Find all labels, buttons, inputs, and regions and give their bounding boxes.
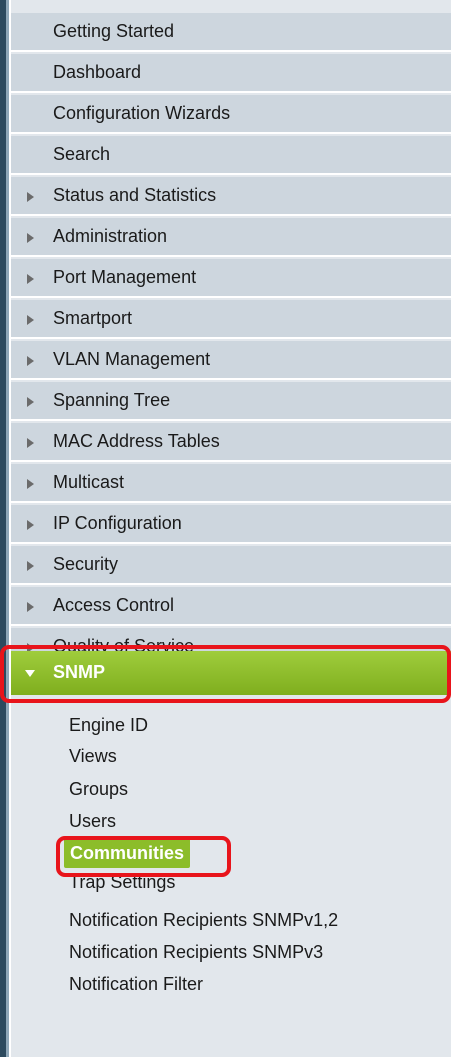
- submenu-item-users[interactable]: Users: [69, 806, 116, 836]
- expand-arrow-icon: [27, 602, 34, 612]
- menu-item-label: Port Management: [53, 267, 197, 287]
- menu-item-administration[interactable]: Administration: [11, 218, 451, 257]
- menu-item-mac-address-tables[interactable]: MAC Address Tables: [11, 423, 451, 462]
- menu-item-spanning-tree[interactable]: Spanning Tree: [11, 382, 451, 421]
- expand-arrow-icon: [27, 274, 34, 284]
- expand-arrow-icon: [27, 192, 34, 202]
- expand-arrow-icon: [27, 561, 34, 571]
- submenu-item-notification-recipients-snmpv12[interactable]: Notification Recipients SNMPv1,2: [69, 905, 338, 935]
- menu-item-label: Configuration Wizards: [53, 103, 231, 123]
- menu-item-label: MAC Address Tables: [53, 431, 220, 451]
- menu-item-security[interactable]: Security: [11, 546, 451, 585]
- menu-item-configuration-wizards[interactable]: Configuration Wizards: [11, 95, 451, 134]
- menu-item-smartport[interactable]: Smartport: [11, 300, 451, 339]
- menu-item-port-management[interactable]: Port Management: [11, 259, 451, 298]
- expand-arrow-icon: [27, 233, 34, 243]
- menu-item-label: Security: [53, 554, 119, 574]
- expand-arrow-icon: [27, 520, 34, 530]
- menu-item-label: Access Control: [53, 595, 175, 615]
- submenu-item-notification-filter[interactable]: Notification Filter: [69, 969, 203, 999]
- menu-item-snmp[interactable]: SNMP: [11, 651, 451, 695]
- expand-arrow-icon: [27, 356, 34, 366]
- nav-menu: Getting Started Dashboard Configuration …: [11, 0, 451, 1057]
- collapse-arrow-icon: [25, 670, 35, 677]
- menu-item-vlan-management[interactable]: VLAN Management: [11, 341, 451, 380]
- menu-item-search[interactable]: Search: [11, 136, 451, 175]
- navigation-panel: Getting Started Dashboard Configuration …: [0, 0, 451, 1057]
- expand-arrow-icon: [27, 438, 34, 448]
- menu-item-getting-started[interactable]: Getting Started: [11, 13, 451, 52]
- menu-item-ip-configuration[interactable]: IP Configuration: [11, 505, 451, 544]
- submenu-item-trap-settings[interactable]: Trap Settings: [69, 867, 175, 897]
- expand-arrow-icon: [27, 397, 34, 407]
- menu-item-label: Spanning Tree: [53, 390, 171, 410]
- menu-item-label: SNMP: [53, 662, 106, 682]
- menu-item-label: VLAN Management: [53, 349, 211, 369]
- menu-item-dashboard[interactable]: Dashboard: [11, 54, 451, 93]
- menu-item-multicast[interactable]: Multicast: [11, 464, 451, 503]
- menu-item-label: Dashboard: [53, 62, 142, 82]
- submenu-item-groups[interactable]: Groups: [69, 774, 128, 804]
- menu-item-label: Multicast: [53, 472, 125, 492]
- submenu-item-notification-recipients-snmpv3[interactable]: Notification Recipients SNMPv3: [69, 937, 323, 967]
- menu-item-label: Smartport: [53, 308, 133, 328]
- expand-arrow-icon: [27, 479, 34, 489]
- menu-item-label: Search: [53, 144, 111, 164]
- menu-item-label: Administration: [53, 226, 168, 246]
- menu-item-label: IP Configuration: [53, 513, 182, 533]
- submenu-item-communities[interactable]: Communities: [64, 838, 191, 868]
- submenu-item-views[interactable]: Views: [69, 741, 117, 771]
- expand-arrow-icon: [27, 315, 34, 325]
- menu-item-label: Status and Statistics: [53, 185, 217, 205]
- menu-item-status-and-statistics[interactable]: Status and Statistics: [11, 177, 451, 216]
- menu-item-access-control[interactable]: Access Control: [11, 587, 451, 626]
- menu-item-label: Getting Started: [53, 21, 175, 41]
- submenu-item-engine-id[interactable]: Engine ID: [69, 710, 148, 740]
